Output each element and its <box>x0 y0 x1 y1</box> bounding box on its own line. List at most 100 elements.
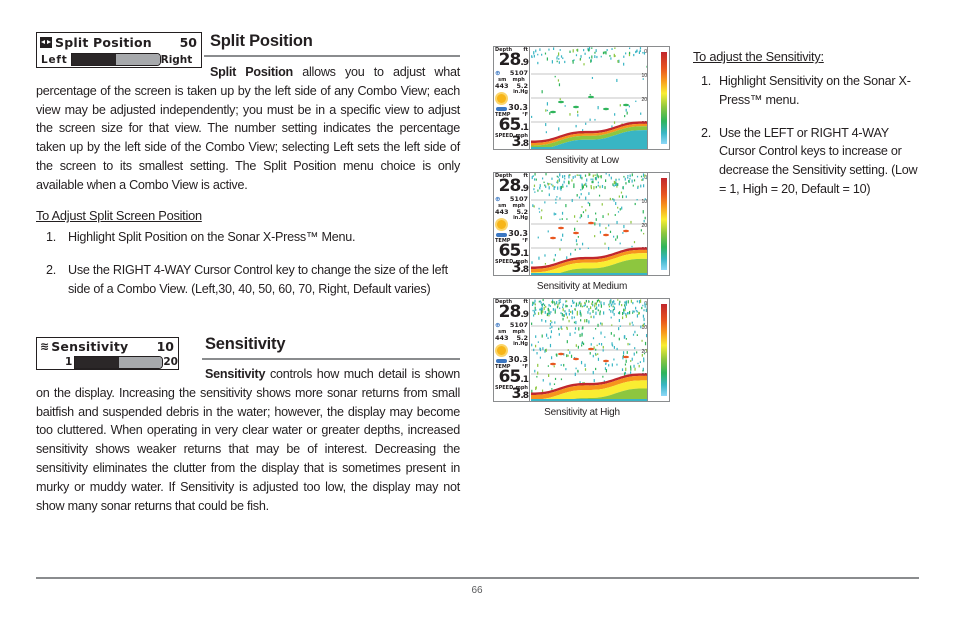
sonar-return <box>569 50 571 53</box>
sonar-return <box>609 300 611 304</box>
sonar-return <box>627 342 629 346</box>
sonar-return <box>602 51 605 55</box>
sonar-return <box>594 222 596 226</box>
sonar-return <box>592 178 594 181</box>
sonar-return <box>612 303 614 305</box>
sonar-return <box>602 375 604 378</box>
sonar-return <box>623 175 625 178</box>
sonar-return <box>606 49 608 52</box>
sonar-return <box>541 53 543 56</box>
sonar-return <box>539 356 541 359</box>
sonar-return <box>591 76 594 79</box>
sonar-return <box>613 358 615 361</box>
sonar-return <box>551 60 553 64</box>
sonar-return <box>540 307 542 311</box>
sonar-return <box>644 341 647 346</box>
sonar-return <box>549 183 551 185</box>
readout-panel: Depth ft 28.9 ⊕ 5107 sm mph 443 5.2 in.Hg 3… <box>495 47 530 150</box>
sonar-return <box>624 301 626 304</box>
sonar-return <box>593 379 595 383</box>
sonar-return <box>552 308 554 311</box>
sonar-return <box>612 305 614 308</box>
sonar-return <box>644 216 646 220</box>
sonar-return <box>531 115 533 118</box>
sonar-return <box>575 344 577 347</box>
sonar-return <box>540 216 542 220</box>
sonar-return <box>605 362 607 365</box>
sonar-return <box>578 174 580 177</box>
sonar-return <box>533 301 535 305</box>
sonar-return <box>560 378 563 381</box>
sonar-return <box>558 127 560 131</box>
sensitivity-text: controls how much detail is shown on the… <box>36 367 460 513</box>
sonar-return <box>614 113 616 116</box>
sonar-return <box>584 174 587 177</box>
sonar-return <box>546 102 549 106</box>
sonar-return <box>625 108 627 112</box>
sonar-return <box>575 320 577 325</box>
split-procedure-title: To Adjust Split Screen Position <box>36 208 202 223</box>
sonar-return <box>568 312 570 316</box>
sonar-return <box>545 109 547 112</box>
sonar-return <box>602 349 604 352</box>
sonar-return <box>556 181 558 184</box>
sonar-return <box>573 215 576 218</box>
sonar-return <box>613 312 615 316</box>
sonar-return <box>576 194 578 197</box>
sonar-return <box>599 230 602 234</box>
sonar-return <box>537 363 539 367</box>
sonar-screen: Depth ft 28.9 ⊕ 5107 sm mph 443 5.2 in.Hg 3… <box>493 172 670 276</box>
sonar-return <box>617 299 619 301</box>
sonar-return <box>631 321 633 324</box>
sonar-return <box>560 364 562 366</box>
bottom-fill <box>531 399 649 401</box>
sonar-return <box>558 61 560 64</box>
sonar-return <box>629 178 631 180</box>
sonar-return <box>531 261 533 264</box>
sonar-return <box>642 173 645 177</box>
split-position-term: Split Position <box>210 65 293 79</box>
sonar-return <box>630 220 632 224</box>
sonar-return <box>574 227 576 231</box>
sonar-return <box>541 190 543 192</box>
sonar-return <box>544 254 546 257</box>
sonar-return <box>570 354 573 358</box>
sonar-return <box>629 322 631 326</box>
sonar-return <box>577 110 579 114</box>
sonar-return <box>585 196 587 200</box>
sonar-return <box>643 358 645 363</box>
sonar-return <box>579 247 581 251</box>
sonar-return <box>623 55 625 58</box>
sonar-return <box>618 311 621 315</box>
sonar-return <box>601 184 604 188</box>
bottom-fill <box>531 147 649 149</box>
sonar-return <box>570 310 572 314</box>
sonar-return <box>610 309 612 313</box>
sonar-return <box>532 314 535 317</box>
sonar-return <box>566 305 568 308</box>
sonar-return <box>632 333 635 336</box>
sonar-return <box>641 179 643 181</box>
sonar-return <box>597 309 599 312</box>
sonar-return <box>624 115 626 118</box>
sonar-return <box>618 319 620 323</box>
sonar-return <box>610 57 612 60</box>
sonar-return <box>583 183 586 186</box>
sonar-return <box>637 362 639 365</box>
sonar-return <box>586 178 588 182</box>
sonar-return <box>550 356 553 360</box>
sonar-return <box>617 183 619 186</box>
sonar-return <box>614 184 617 187</box>
compass-icon: ⊕ <box>495 195 501 203</box>
sonar-return <box>631 179 633 183</box>
sonar-return <box>613 53 615 58</box>
sonar-return <box>575 367 577 370</box>
sonar-return <box>545 131 547 134</box>
sonar-return <box>574 308 576 311</box>
sonar-return <box>563 180 565 184</box>
sonar-return <box>637 186 639 190</box>
sonar-return <box>557 176 559 178</box>
sonar-return <box>599 310 601 313</box>
sonar-return <box>593 315 595 319</box>
sonar-return <box>557 186 559 190</box>
